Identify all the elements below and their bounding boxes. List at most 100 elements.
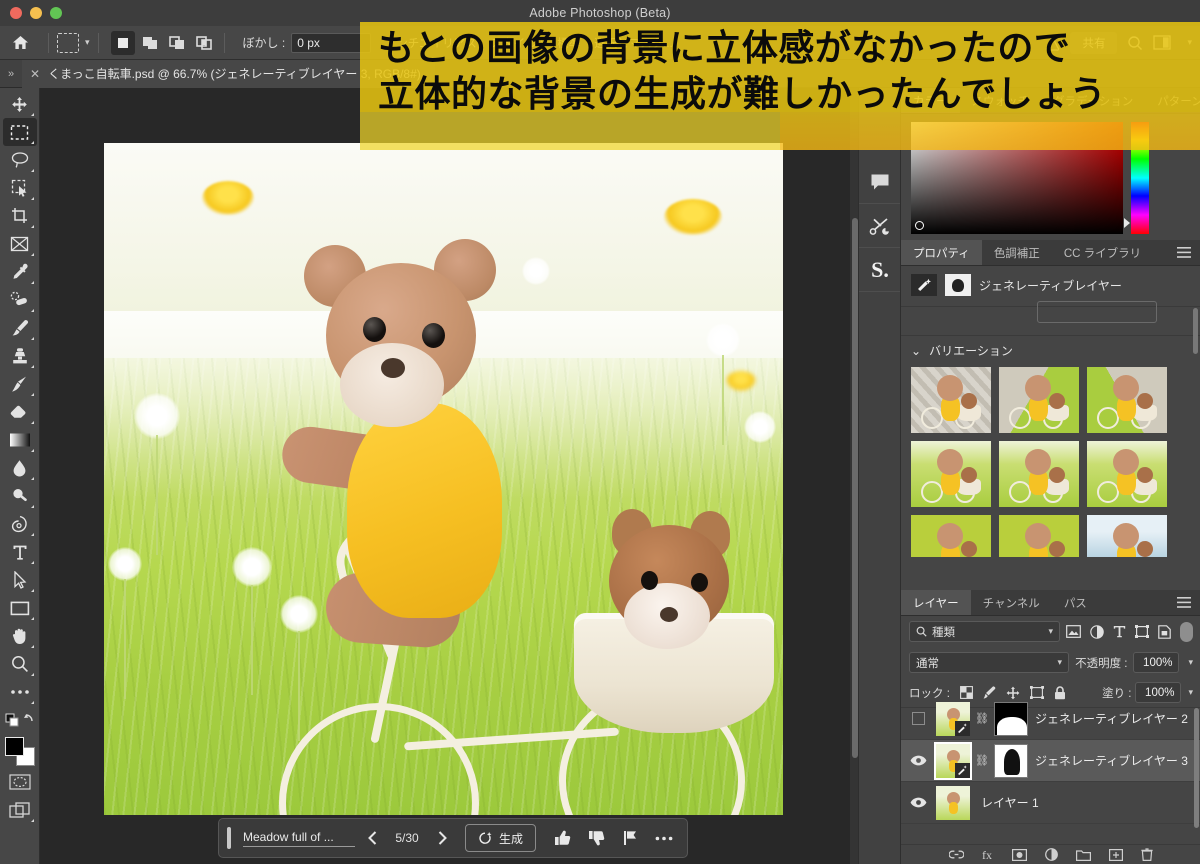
hamburger-menu-icon[interactable] xyxy=(1167,240,1200,265)
filter-enable-toggle[interactable] xyxy=(1180,621,1193,642)
delete-layer-icon[interactable] xyxy=(1141,848,1153,861)
foreground-background-color-swatch[interactable] xyxy=(3,736,37,768)
variation-thumbnail[interactable] xyxy=(1087,441,1167,507)
tab-adjustments[interactable]: 色調補正 xyxy=(982,240,1052,265)
thumbs-up-icon[interactable] xyxy=(552,828,572,848)
default-colors-icon[interactable] xyxy=(3,706,37,734)
close-icon[interactable]: ✕ xyxy=(30,67,40,81)
adjustment-layer-filter-icon[interactable] xyxy=(1090,624,1104,639)
tool-preset-chevron-down-icon[interactable]: ▾ xyxy=(85,37,90,48)
pen-tool[interactable] xyxy=(3,510,37,538)
edit-toolbar-ellipsis-icon[interactable] xyxy=(3,678,37,706)
spot-healing-tool[interactable] xyxy=(3,286,37,314)
active-tool-preset-icon[interactable] xyxy=(57,32,79,53)
layer-name[interactable]: ジェネレーティブレイヤー 3 xyxy=(1035,752,1188,769)
rectangular-marquee-tool[interactable] xyxy=(2,118,37,146)
tab-paths[interactable]: パス xyxy=(1052,590,1099,615)
hand-tool[interactable] xyxy=(3,622,37,650)
variation-thumbnail[interactable] xyxy=(999,515,1079,557)
zoom-tool[interactable] xyxy=(3,650,37,678)
chevron-double-right-icon[interactable]: » xyxy=(0,68,22,80)
layer-thumbnail[interactable] xyxy=(936,701,970,736)
object-selection-tool[interactable] xyxy=(3,174,37,202)
rail-comments-button[interactable] xyxy=(859,160,901,204)
variation-thumbnail[interactable] xyxy=(1087,515,1167,557)
link-layers-icon[interactable] xyxy=(949,850,964,859)
blur-tool[interactable] xyxy=(3,454,37,482)
brush-tool[interactable] xyxy=(3,314,37,342)
layer-visibility-toggle[interactable] xyxy=(907,712,929,725)
variations-section-header[interactable]: ⌄ バリエーション xyxy=(901,336,1200,365)
table-row[interactable]: ⛓ ジェネレーティブレイヤー 3 xyxy=(901,740,1200,782)
type-tool[interactable] xyxy=(3,538,37,566)
hamburger-menu-icon[interactable] xyxy=(1167,590,1200,615)
rail-adobe-stock-button[interactable]: S. xyxy=(859,248,901,292)
more-options-ellipsis-icon[interactable] xyxy=(654,828,674,848)
properties-scrollbar-thumb[interactable] xyxy=(1193,308,1198,354)
next-variation-button[interactable] xyxy=(429,825,455,851)
tab-layers[interactable]: レイヤー xyxy=(901,590,971,615)
chevron-down-icon[interactable]: ▾ xyxy=(1058,657,1063,668)
add-mask-icon[interactable] xyxy=(1012,848,1027,861)
layer-visibility-toggle[interactable] xyxy=(907,755,929,766)
gradient-tool[interactable] xyxy=(3,426,37,454)
new-group-icon[interactable] xyxy=(1076,849,1091,861)
table-row[interactable]: レイヤー 1 xyxy=(901,782,1200,824)
variation-thumbnail[interactable] xyxy=(911,515,991,557)
chevron-down-icon[interactable]: ⌄ xyxy=(911,344,921,358)
layer-filter-select[interactable]: 種類 ▾ xyxy=(909,621,1060,642)
table-row[interactable]: ⛓ ジェネレーティブレイヤー 2 xyxy=(901,698,1200,740)
crop-tool[interactable] xyxy=(3,202,37,230)
layer-mask-thumbnail[interactable] xyxy=(994,743,1028,778)
blend-mode-select[interactable]: 通常 ▾ xyxy=(909,652,1070,673)
link-mask-icon[interactable]: ⛓ xyxy=(975,712,989,725)
frame-tool[interactable] xyxy=(3,230,37,258)
intersect-selection-button[interactable] xyxy=(192,31,216,55)
variation-thumbnail[interactable] xyxy=(999,367,1079,433)
layer-mask-thumbnail[interactable] xyxy=(994,701,1028,736)
variation-thumbnail[interactable] xyxy=(1087,367,1167,433)
move-tool[interactable] xyxy=(3,90,37,118)
subtract-from-selection-button[interactable] xyxy=(165,31,189,55)
previous-variation-button[interactable] xyxy=(359,825,385,851)
opacity-chevron-down-icon[interactable]: ▾ xyxy=(1188,657,1193,668)
link-mask-icon[interactable]: ⛓ xyxy=(975,754,989,767)
tab-channels[interactable]: チャンネル xyxy=(971,590,1052,615)
rail-tool-presets-button[interactable] xyxy=(859,204,901,248)
layer-thumbnail[interactable] xyxy=(936,785,970,820)
variation-thumbnail-selected[interactable] xyxy=(999,441,1079,507)
rectangle-tool[interactable] xyxy=(3,594,37,622)
layer-style-icon[interactable]: fx xyxy=(982,848,994,861)
layer-name[interactable]: レイヤー 1 xyxy=(981,794,1039,811)
eyedropper-tool[interactable] xyxy=(3,258,37,286)
generative-fill-toolbar[interactable]: Meadow full of ... 5/30 生成 xyxy=(218,818,688,858)
new-layer-icon[interactable] xyxy=(1109,848,1123,861)
tab-cc-libraries[interactable]: CC ライブラリ xyxy=(1052,240,1153,265)
variation-thumbnail[interactable] xyxy=(911,441,991,507)
fill-chevron-down-icon[interactable]: ▾ xyxy=(1188,687,1193,698)
drag-handle[interactable] xyxy=(227,827,231,849)
hue-marker[interactable] xyxy=(1124,218,1130,228)
color-field-marker[interactable] xyxy=(915,221,924,230)
chevron-down-icon[interactable]: ▾ xyxy=(1048,626,1053,637)
lasso-tool[interactable] xyxy=(3,146,37,174)
quick-mask-icon[interactable] xyxy=(3,768,37,796)
document-canvas[interactable] xyxy=(104,143,783,815)
clone-stamp-tool[interactable] xyxy=(3,342,37,370)
type-layer-filter-icon[interactable] xyxy=(1113,625,1126,638)
smart-object-filter-icon[interactable] xyxy=(1158,624,1171,639)
generate-button[interactable]: 生成 xyxy=(465,824,537,852)
pixel-layer-filter-icon[interactable] xyxy=(1066,625,1081,638)
new-selection-button[interactable] xyxy=(110,30,135,55)
layer-thumbnail[interactable] xyxy=(934,741,972,780)
dodge-tool[interactable] xyxy=(3,482,37,510)
layer-visibility-toggle[interactable] xyxy=(907,797,929,808)
cropped-button[interactable] xyxy=(1037,301,1157,323)
flag-icon[interactable] xyxy=(620,828,640,848)
home-icon[interactable] xyxy=(0,35,40,50)
thumbs-down-icon[interactable] xyxy=(586,828,606,848)
eraser-tool[interactable] xyxy=(3,398,37,426)
variation-thumbnail[interactable] xyxy=(911,367,991,433)
history-brush-tool[interactable] xyxy=(3,370,37,398)
canvas-area[interactable]: Meadow full of ... 5/30 生成 xyxy=(40,88,860,864)
